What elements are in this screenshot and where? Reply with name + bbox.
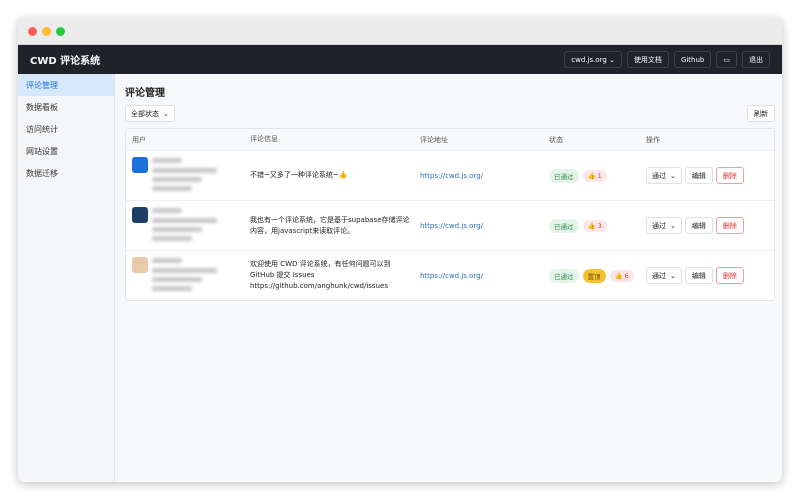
app-header: CWD 评论系统 cwd.js.org ⌄ 使用文档 Github ▭ 退出 <box>18 45 782 74</box>
status-cell: 已通过 👍 1 <box>549 168 646 183</box>
close-window-button[interactable] <box>28 27 37 36</box>
edit-button[interactable]: 编辑 <box>684 217 713 234</box>
blurred-info <box>152 227 202 232</box>
comments-table: 用户 评论信息 评论地址 状态 操作 不错~又多了一种评论系统~👍 https:… <box>125 128 775 301</box>
maximize-window-button[interactable] <box>56 27 65 36</box>
likes-count: 6 <box>624 271 629 280</box>
user-cell <box>126 251 250 300</box>
column-header-status: 状态 <box>549 135 563 144</box>
actions-cell: 通过 ⌄ 编辑 删除 <box>646 217 744 234</box>
status-cell: 已通过 置顶 👍 6 <box>549 268 646 283</box>
status-action-select[interactable]: 通过 ⌄ <box>646 167 682 184</box>
blurred-info <box>152 277 202 282</box>
thumbs-up-icon: 👍 <box>587 221 596 230</box>
blurred-email <box>152 268 217 273</box>
title-bar <box>18 18 782 45</box>
column-header-url: 评论地址 <box>420 135 448 144</box>
status-action-value: 通过 <box>652 221 666 230</box>
chevron-down-icon: ⌄ <box>670 221 676 230</box>
table-row: 欢迎使用 CWD 评论系统，有任何问题可以到 GitHub 提交 Issues … <box>126 250 774 300</box>
blurred-email <box>152 168 217 173</box>
page-title: 评论管理 <box>125 88 165 99</box>
status-filter-select[interactable]: 全部状态 ⌄ <box>125 105 175 122</box>
main-content: 评论管理 全部状态 ⌄ 刷新 用户 评论信息 评论地址 状态 操作 不错~又多了一… <box>115 74 782 482</box>
sidebar-item-migration[interactable]: 数据迁移 <box>18 162 114 184</box>
site-select-value: cwd.js.org <box>571 55 607 64</box>
minimize-window-button[interactable] <box>42 27 51 36</box>
blurred-info <box>152 286 192 291</box>
blurred-email <box>152 218 217 223</box>
logout-button[interactable]: 退出 <box>742 51 770 68</box>
chevron-down-icon: ⌄ <box>670 271 676 280</box>
table-row: 不错~又多了一种评论系统~👍 https://cwd.js.org/ 已通过 👍… <box>126 150 774 200</box>
likes-count: 1 <box>597 171 602 180</box>
likes-badge: 👍 6 <box>609 269 634 282</box>
sidebar-item-analytics[interactable]: 访问统计 <box>18 118 114 140</box>
status-filter-value: 全部状态 <box>131 109 159 118</box>
comment-url-link[interactable]: https://cwd.js.org/ <box>420 222 549 230</box>
user-cell <box>126 201 250 250</box>
app-title: CWD 评论系统 <box>30 56 101 67</box>
likes-badge: 👍 3 <box>582 219 607 232</box>
site-select[interactable]: cwd.js.org ⌄ <box>564 51 622 68</box>
blurred-username <box>152 258 182 263</box>
blurred-username <box>152 158 182 163</box>
table-header: 用户 评论信息 评论地址 状态 操作 <box>126 129 774 150</box>
status-action-select[interactable]: 通过 ⌄ <box>646 267 682 284</box>
github-button[interactable]: Github <box>673 51 712 68</box>
edit-button[interactable]: 编辑 <box>684 267 713 284</box>
status-action-select[interactable]: 通过 ⌄ <box>646 217 682 234</box>
column-header-user: 用户 <box>132 135 146 144</box>
likes-count: 3 <box>597 221 602 230</box>
chevron-down-icon: ⌄ <box>609 55 615 64</box>
chevron-down-icon: ⌄ <box>163 109 169 118</box>
delete-button[interactable]: 删除 <box>715 267 744 284</box>
chevron-down-icon: ⌄ <box>670 171 676 180</box>
avatar <box>132 157 148 173</box>
likes-badge: 👍 1 <box>582 169 607 182</box>
blurred-info <box>152 186 192 191</box>
status-cell: 已通过 👍 3 <box>549 218 646 233</box>
actions-cell: 通过 ⌄ 编辑 删除 <box>646 167 744 184</box>
comment-content: 不错~又多了一种评论系统~👍 <box>250 171 348 179</box>
actions-cell: 通过 ⌄ 编辑 删除 <box>646 267 744 284</box>
comment-content: 我也有一个评论系统，它是基于supabase存储评论内容，用javascript… <box>250 215 410 235</box>
status-badge: 已通过 <box>549 268 579 283</box>
comment-url-link[interactable]: https://cwd.js.org/ <box>420 272 549 280</box>
thumbs-up-icon: 👍 <box>587 171 596 180</box>
edit-button[interactable]: 编辑 <box>684 167 713 184</box>
status-action-value: 通过 <box>652 171 666 180</box>
delete-button[interactable]: 删除 <box>715 217 744 234</box>
column-header-content: 评论信息 <box>250 135 278 143</box>
blurred-username <box>152 208 182 213</box>
sidebar-item-settings[interactable]: 网站设置 <box>18 140 114 162</box>
app-window: CWD 评论系统 cwd.js.org ⌄ 使用文档 Github ▭ 退出 评… <box>18 18 782 482</box>
status-action-value: 通过 <box>652 271 666 280</box>
laptop-icon: ▭ <box>723 55 730 64</box>
avatar <box>132 257 148 273</box>
status-badge: 已通过 <box>549 168 579 183</box>
blurred-info <box>152 177 202 182</box>
docs-button[interactable]: 使用文档 <box>626 51 669 68</box>
sidebar-item-dashboard[interactable]: 数据看板 <box>18 96 114 118</box>
user-cell <box>126 151 250 200</box>
sidebar: 评论管理 数据看板 访问统计 网站设置 数据迁移 <box>18 74 115 482</box>
avatar <box>132 207 148 223</box>
comment-url-link[interactable]: https://cwd.js.org/ <box>420 172 549 180</box>
blurred-info <box>152 236 192 241</box>
sidebar-item-comments[interactable]: 评论管理 <box>18 74 114 96</box>
column-header-actions: 操作 <box>646 135 660 144</box>
table-row: 我也有一个评论系统，它是基于supabase存储评论内容，用javascript… <box>126 200 774 250</box>
theme-toggle-button[interactable]: ▭ <box>716 51 737 68</box>
comment-content: 欢迎使用 CWD 评论系统，有任何问题可以到 GitHub 提交 Issues … <box>250 260 391 290</box>
status-badge: 已通过 <box>549 218 579 233</box>
thumbs-up-icon: 👍 <box>614 271 623 280</box>
delete-button[interactable]: 删除 <box>715 167 744 184</box>
refresh-button[interactable]: 刷新 <box>747 105 775 122</box>
pinned-badge: 置顶 <box>582 268 606 283</box>
